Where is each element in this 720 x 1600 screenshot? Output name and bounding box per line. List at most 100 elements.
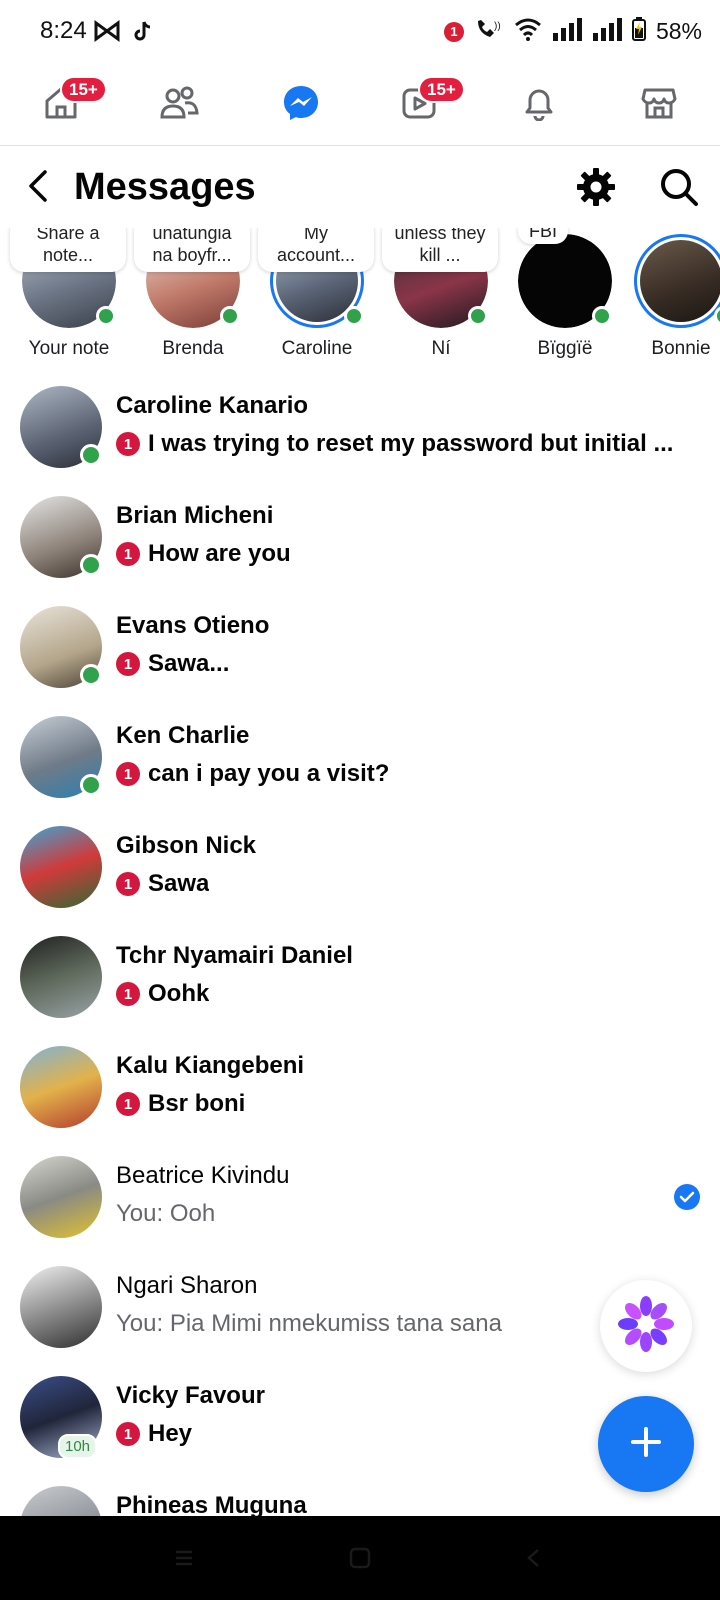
online-indicator bbox=[80, 444, 102, 466]
preview-text: How are you bbox=[148, 540, 291, 567]
nav-messenger[interactable] bbox=[278, 82, 324, 128]
online-indicator bbox=[344, 306, 364, 326]
signal-icon-1 bbox=[552, 17, 582, 46]
note-item[interactable]: unatungia na boyfr... Brenda bbox=[134, 228, 250, 368]
compose-button[interactable] bbox=[598, 1396, 694, 1492]
preview-text: You: Ooh bbox=[116, 1200, 216, 1227]
chevron-left-icon bbox=[27, 169, 49, 208]
avatar bbox=[20, 1156, 102, 1238]
status-right-icons: 1 )) 58% bbox=[443, 17, 702, 46]
video-badge: 15+ bbox=[418, 76, 465, 103]
preview-text: I was trying to reset my password but in… bbox=[148, 430, 674, 457]
status-left-icons bbox=[94, 20, 152, 47]
online-indicator bbox=[80, 554, 102, 576]
nav-home[interactable]: 15+ bbox=[38, 76, 107, 128]
friends-icon bbox=[159, 85, 199, 126]
bell-icon bbox=[522, 85, 556, 126]
preview-text: Sawa bbox=[148, 870, 210, 897]
conversation-row[interactable]: Brian Micheni 1 How are you bbox=[0, 494, 720, 604]
online-indicator bbox=[80, 664, 102, 686]
avatar bbox=[20, 936, 102, 1018]
contact-name: Ngari Sharon bbox=[116, 1272, 258, 1299]
conversation-row[interactable]: Evans Otieno 1 Sawa... bbox=[0, 604, 720, 714]
contact-name: Tchr Nyamairi Daniel bbox=[116, 942, 353, 969]
conversation-row[interactable]: Kalu Kiangebeni 1 Bsr boni bbox=[0, 1044, 720, 1154]
note-bubble: FBI bbox=[518, 228, 568, 244]
conversation-row[interactable]: Gibson Nick 1 Sawa bbox=[0, 824, 720, 934]
preview-text: Oohk bbox=[148, 980, 210, 1007]
capcut-icon bbox=[94, 20, 120, 47]
svg-text:)): )) bbox=[494, 21, 501, 32]
battery-percent: 58% bbox=[655, 18, 702, 44]
unread-badge: 1 bbox=[116, 432, 140, 456]
marketplace-icon bbox=[641, 85, 677, 126]
note-name: Caroline bbox=[281, 338, 353, 359]
note-item[interactable]: unless they kill ... Ní bbox=[382, 228, 498, 368]
message-preview: 1 Sawa... bbox=[116, 650, 229, 678]
nav-marketplace[interactable] bbox=[636, 82, 682, 128]
note-item[interactable]: Share a note... Your note bbox=[10, 228, 126, 368]
messenger-icon bbox=[282, 84, 320, 127]
system-navigation-bar bbox=[0, 1516, 720, 1600]
message-preview: 1 Hey bbox=[116, 1420, 192, 1448]
note-item[interactable]: FBI Bïggïë bbox=[506, 228, 616, 368]
preview-text: You: Pia Mimi nmekumiss tana sana bbox=[116, 1310, 502, 1337]
conversation-row[interactable]: Caroline Kanario 1 I was trying to reset… bbox=[0, 384, 720, 494]
unread-badge: 1 bbox=[116, 982, 140, 1006]
contact-name: Caroline Kanario bbox=[116, 392, 309, 419]
nav-notifications[interactable] bbox=[516, 82, 562, 128]
wifi-icon bbox=[514, 17, 542, 46]
avatar bbox=[634, 234, 720, 328]
message-preview: 1 Sawa bbox=[116, 870, 209, 898]
status-bar: 8:24 1 )) 58% bbox=[0, 0, 720, 64]
wifi-call-icon: )) bbox=[474, 17, 504, 46]
message-preview: You: Ooh bbox=[116, 1200, 215, 1228]
preview-text: Sawa... bbox=[148, 650, 230, 677]
message-preview: 1 I was trying to reset my password but … bbox=[116, 430, 673, 458]
unread-badge: 1 bbox=[116, 1422, 140, 1446]
note-name: Brenda bbox=[162, 338, 224, 359]
gear-icon bbox=[576, 167, 616, 212]
recents-icon[interactable] bbox=[172, 1546, 196, 1570]
contact-name: Gibson Nick bbox=[116, 832, 257, 859]
unread-badge: 1 bbox=[116, 1092, 140, 1116]
unread-badge: 1 bbox=[116, 872, 140, 896]
avatar bbox=[20, 1266, 102, 1348]
unread-badge: 1 bbox=[116, 542, 140, 566]
preview-text: Bsr boni bbox=[148, 1090, 246, 1117]
note-name: Bïggïë bbox=[537, 338, 593, 359]
note-bubble: unless they kill ... bbox=[382, 228, 498, 272]
meta-ai-button[interactable] bbox=[600, 1280, 692, 1372]
back-button[interactable] bbox=[20, 166, 56, 210]
delivered-check-icon bbox=[674, 1184, 700, 1210]
message-preview: 1 How are you bbox=[116, 540, 291, 568]
note-item[interactable]: Bonnie bbox=[622, 228, 720, 368]
contact-name: Evans Otieno bbox=[116, 612, 270, 639]
conversation-row[interactable]: Ken Charlie 1 can i pay you a visit? bbox=[0, 714, 720, 824]
contact-name: Beatrice Kivindu bbox=[116, 1162, 290, 1189]
unread-badge: 1 bbox=[116, 652, 140, 676]
online-indicator bbox=[96, 306, 116, 326]
home-badge: 15+ bbox=[60, 76, 107, 103]
search-button[interactable] bbox=[656, 166, 702, 212]
online-indicator bbox=[220, 306, 240, 326]
home-button-icon[interactable] bbox=[348, 1546, 372, 1570]
note-item[interactable]: My account... Caroline bbox=[258, 228, 374, 368]
signal-icon-2 bbox=[592, 17, 622, 46]
preview-text: Hey bbox=[148, 1420, 193, 1447]
conversation-row[interactable]: Tchr Nyamairi Daniel 1 Oohk bbox=[0, 934, 720, 1044]
nav-video[interactable]: 15+ bbox=[396, 76, 465, 128]
note-bubble: My account... bbox=[258, 228, 374, 272]
note-name: Your note bbox=[28, 338, 110, 359]
conversation-row[interactable]: Beatrice Kivindu You: Ooh bbox=[0, 1154, 720, 1264]
online-indicator bbox=[80, 774, 102, 796]
tiktok-icon bbox=[134, 20, 152, 47]
contact-name: Ken Charlie bbox=[116, 722, 250, 749]
note-bubble: unatungia na boyfr... bbox=[134, 228, 250, 272]
page-title: Messages bbox=[74, 166, 256, 208]
settings-button[interactable] bbox=[573, 166, 619, 212]
active-time-pill: 10h bbox=[58, 1434, 98, 1459]
back-nav-icon[interactable] bbox=[522, 1546, 546, 1570]
nav-friends[interactable] bbox=[156, 82, 202, 128]
search-icon bbox=[659, 167, 699, 212]
